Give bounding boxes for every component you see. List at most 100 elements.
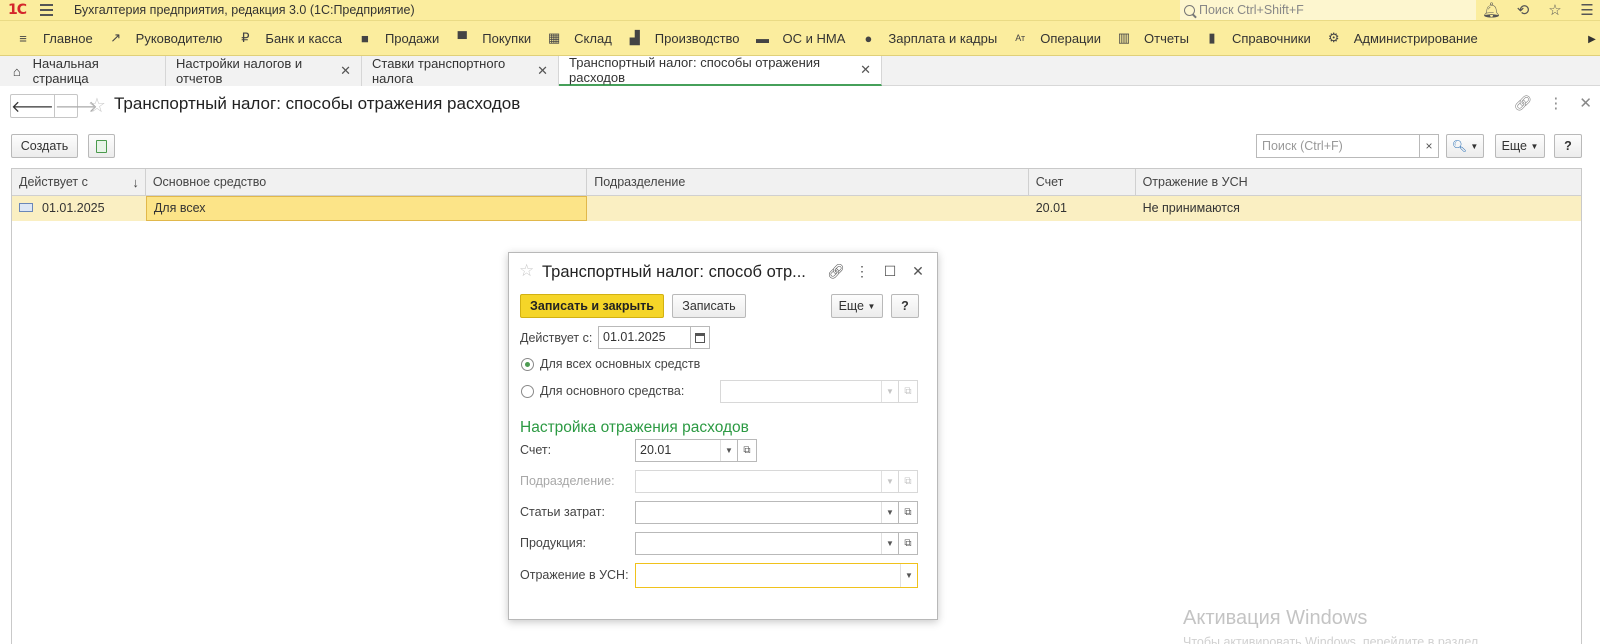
gear-icon: ⚙ [1327,30,1340,45]
cell-valid-from[interactable]: 01.01.2025 [12,196,146,221]
form-window-controls: 🔗︎ ⋮ ✕ [1513,94,1592,112]
calendar-icon[interactable] [690,327,709,348]
valid-from-field[interactable]: 01.01.2025 [598,326,710,349]
search-icon: 🔍︎ [1451,139,1467,153]
maximize-icon[interactable]: ☐ [883,263,897,280]
section-assets[interactable]: ▬ ОС и НМА [740,21,845,55]
settings-menu-icon[interactable]: ☰ [1578,1,1596,19]
link-icon[interactable]: 🔗︎ [1513,94,1532,112]
app-logo[interactable]: 1С [0,0,34,20]
table-row[interactable]: 01.01.2025 Для всех 20.01 Не принимаются [12,196,1581,221]
clear-search-button[interactable]: × [1419,135,1438,157]
chevron-down-icon: ▼ [1470,141,1479,151]
dialog-help-button[interactable]: ? [891,294,919,318]
tab-transport-tax-expenses[interactable]: Транспортный налог: способы отражения ра… [559,55,882,86]
section-admin[interactable]: ⚙ Администрирование [1311,21,1478,55]
chevron-down-icon[interactable]: ▼ [881,471,898,492]
list-search-input[interactable]: Поиск (Ctrl+F) × [1256,134,1439,158]
more-vertical-icon[interactable]: ⋮ [855,263,869,280]
section-main[interactable]: ≡ Главное [0,21,92,55]
tab-home[interactable]: ⌂ Начальная страница [0,56,166,86]
list-search-placeholder: Поиск (Ctrl+F) [1262,139,1343,153]
cell-asset[interactable]: Для всех [145,196,588,221]
close-icon[interactable]: ✕ [537,63,548,79]
close-icon[interactable]: ✕ [340,63,351,79]
chevron-down-icon[interactable]: ▼ [881,502,898,523]
section-salary[interactable]: ● Зарплата и кадры [845,21,997,55]
radio-single-asset[interactable] [521,385,534,398]
asset-select-field[interactable]: ▼ ⧉ [720,380,918,403]
chevron-down-icon[interactable]: ▼ [720,440,737,461]
section-production[interactable]: ▟ Производство [612,21,740,55]
windows-activation-subtitle: Чтобы активировать Windows, перейдите в … [1183,635,1479,644]
help-button[interactable]: ? [1554,134,1582,158]
bar-chart-icon: ▥ [1117,30,1131,45]
chevron-down-icon[interactable]: ▼ [881,533,898,554]
column-header-asset[interactable]: Основное средство [146,169,588,195]
main-menu-icon[interactable] [40,0,60,20]
cell-department[interactable] [587,196,1028,221]
chevron-down-icon[interactable]: ▼ [900,564,917,587]
favorite-star-icon[interactable]: ☆ [88,93,106,118]
radio-all-assets-label[interactable]: Для всех основных средств [540,357,700,371]
radio-all-assets[interactable] [521,358,534,371]
document-icon [96,139,107,153]
open-tabs-bar: ⌂ Начальная страница Настройки налогов и… [0,55,1600,86]
link-icon[interactable]: 🔗︎ [827,263,845,280]
person-icon: ● [864,30,873,46]
chevron-down-icon: ▼ [867,301,876,311]
section-bank[interactable]: ₽ Банк и касса [222,21,342,55]
copy-document-button[interactable] [88,134,115,158]
valid-from-value: 01.01.2025 [603,330,666,344]
save-button[interactable]: Записать [672,294,746,318]
page-title: Транспортный налог: способы отражения ра… [114,94,521,113]
history-icon[interactable]: ⟲ [1514,1,1532,19]
column-header-usn[interactable]: Отражение в УСН [1136,169,1581,195]
chevron-down-icon[interactable]: ▼ [881,381,898,402]
close-icon[interactable]: ✕ [911,263,925,280]
tab-transport-tax-rates[interactable]: Ставки транспортного налога ✕ [362,56,559,86]
more-vertical-icon[interactable]: ⋮ [1548,94,1563,112]
section-purchases[interactable]: ▀ Покупки [439,21,532,55]
cell-account[interactable]: 20.01 [1029,196,1136,221]
save-and-close-button[interactable]: Записать и закрыть [520,294,664,318]
open-icon[interactable]: ⧉ [898,471,917,492]
record-icon [19,203,33,213]
radio-single-asset-label[interactable]: Для основного средства: [540,384,684,398]
column-header-valid-from[interactable]: Действует с ↓ [12,169,146,195]
cell-usn[interactable]: Не принимаются [1136,196,1581,221]
department-value [636,471,881,492]
open-icon[interactable]: ⧉ [898,502,917,523]
cost-items-field[interactable]: ▼ ⧉ [635,501,918,524]
account-field[interactable]: 20.01 ▼ ⧉ [635,439,757,462]
tab-tax-settings[interactable]: Настройки налогов и отчетов ✕ [166,56,362,86]
open-icon[interactable]: ⧉ [737,440,756,461]
close-icon[interactable]: ✕ [1579,94,1592,112]
usn-field[interactable]: ▼ [635,563,918,588]
section-reports[interactable]: ▥ Отчеты [1101,21,1189,55]
bell-icon[interactable]: 🔔︎ [1482,1,1501,19]
section-warehouse[interactable]: ▦ Склад [531,21,612,55]
open-icon[interactable]: ⧉ [898,533,917,554]
back-arrow-icon[interactable]: 🡐 [11,95,55,117]
dialog-more-button[interactable]: Еще ▼ [831,294,883,318]
section-manager[interactable]: ↗ Руководителю [93,21,222,55]
open-icon[interactable]: ⧉ [898,381,917,402]
favorite-star-icon[interactable]: ☆ [519,261,534,281]
more-button[interactable]: Еще ▼ [1495,134,1545,158]
find-button[interactable]: 🔍︎ ▼ [1446,134,1484,158]
star-icon[interactable]: ☆ [1546,1,1564,19]
dialog-title: Транспортный налог: способ отр... [542,263,806,281]
column-header-account[interactable]: Счет [1029,169,1136,195]
global-search-input[interactable]: Поиск Ctrl+Shift+F [1180,0,1476,20]
create-button[interactable]: Создать [11,134,78,158]
section-catalogs[interactable]: ▮ Справочники [1189,21,1310,55]
department-field[interactable]: ▼ ⧉ [635,470,918,493]
products-field[interactable]: ▼ ⧉ [635,532,918,555]
column-header-department[interactable]: Подразделение [587,169,1029,195]
close-icon[interactable]: ✕ [860,62,871,78]
section-operations[interactable]: Ат Операции [997,21,1101,55]
section-sales[interactable]: ■ Продажи [342,21,439,55]
sections-scroll-right-icon[interactable]: ▶ [1584,21,1600,55]
department-label: Подразделение: [520,474,615,488]
